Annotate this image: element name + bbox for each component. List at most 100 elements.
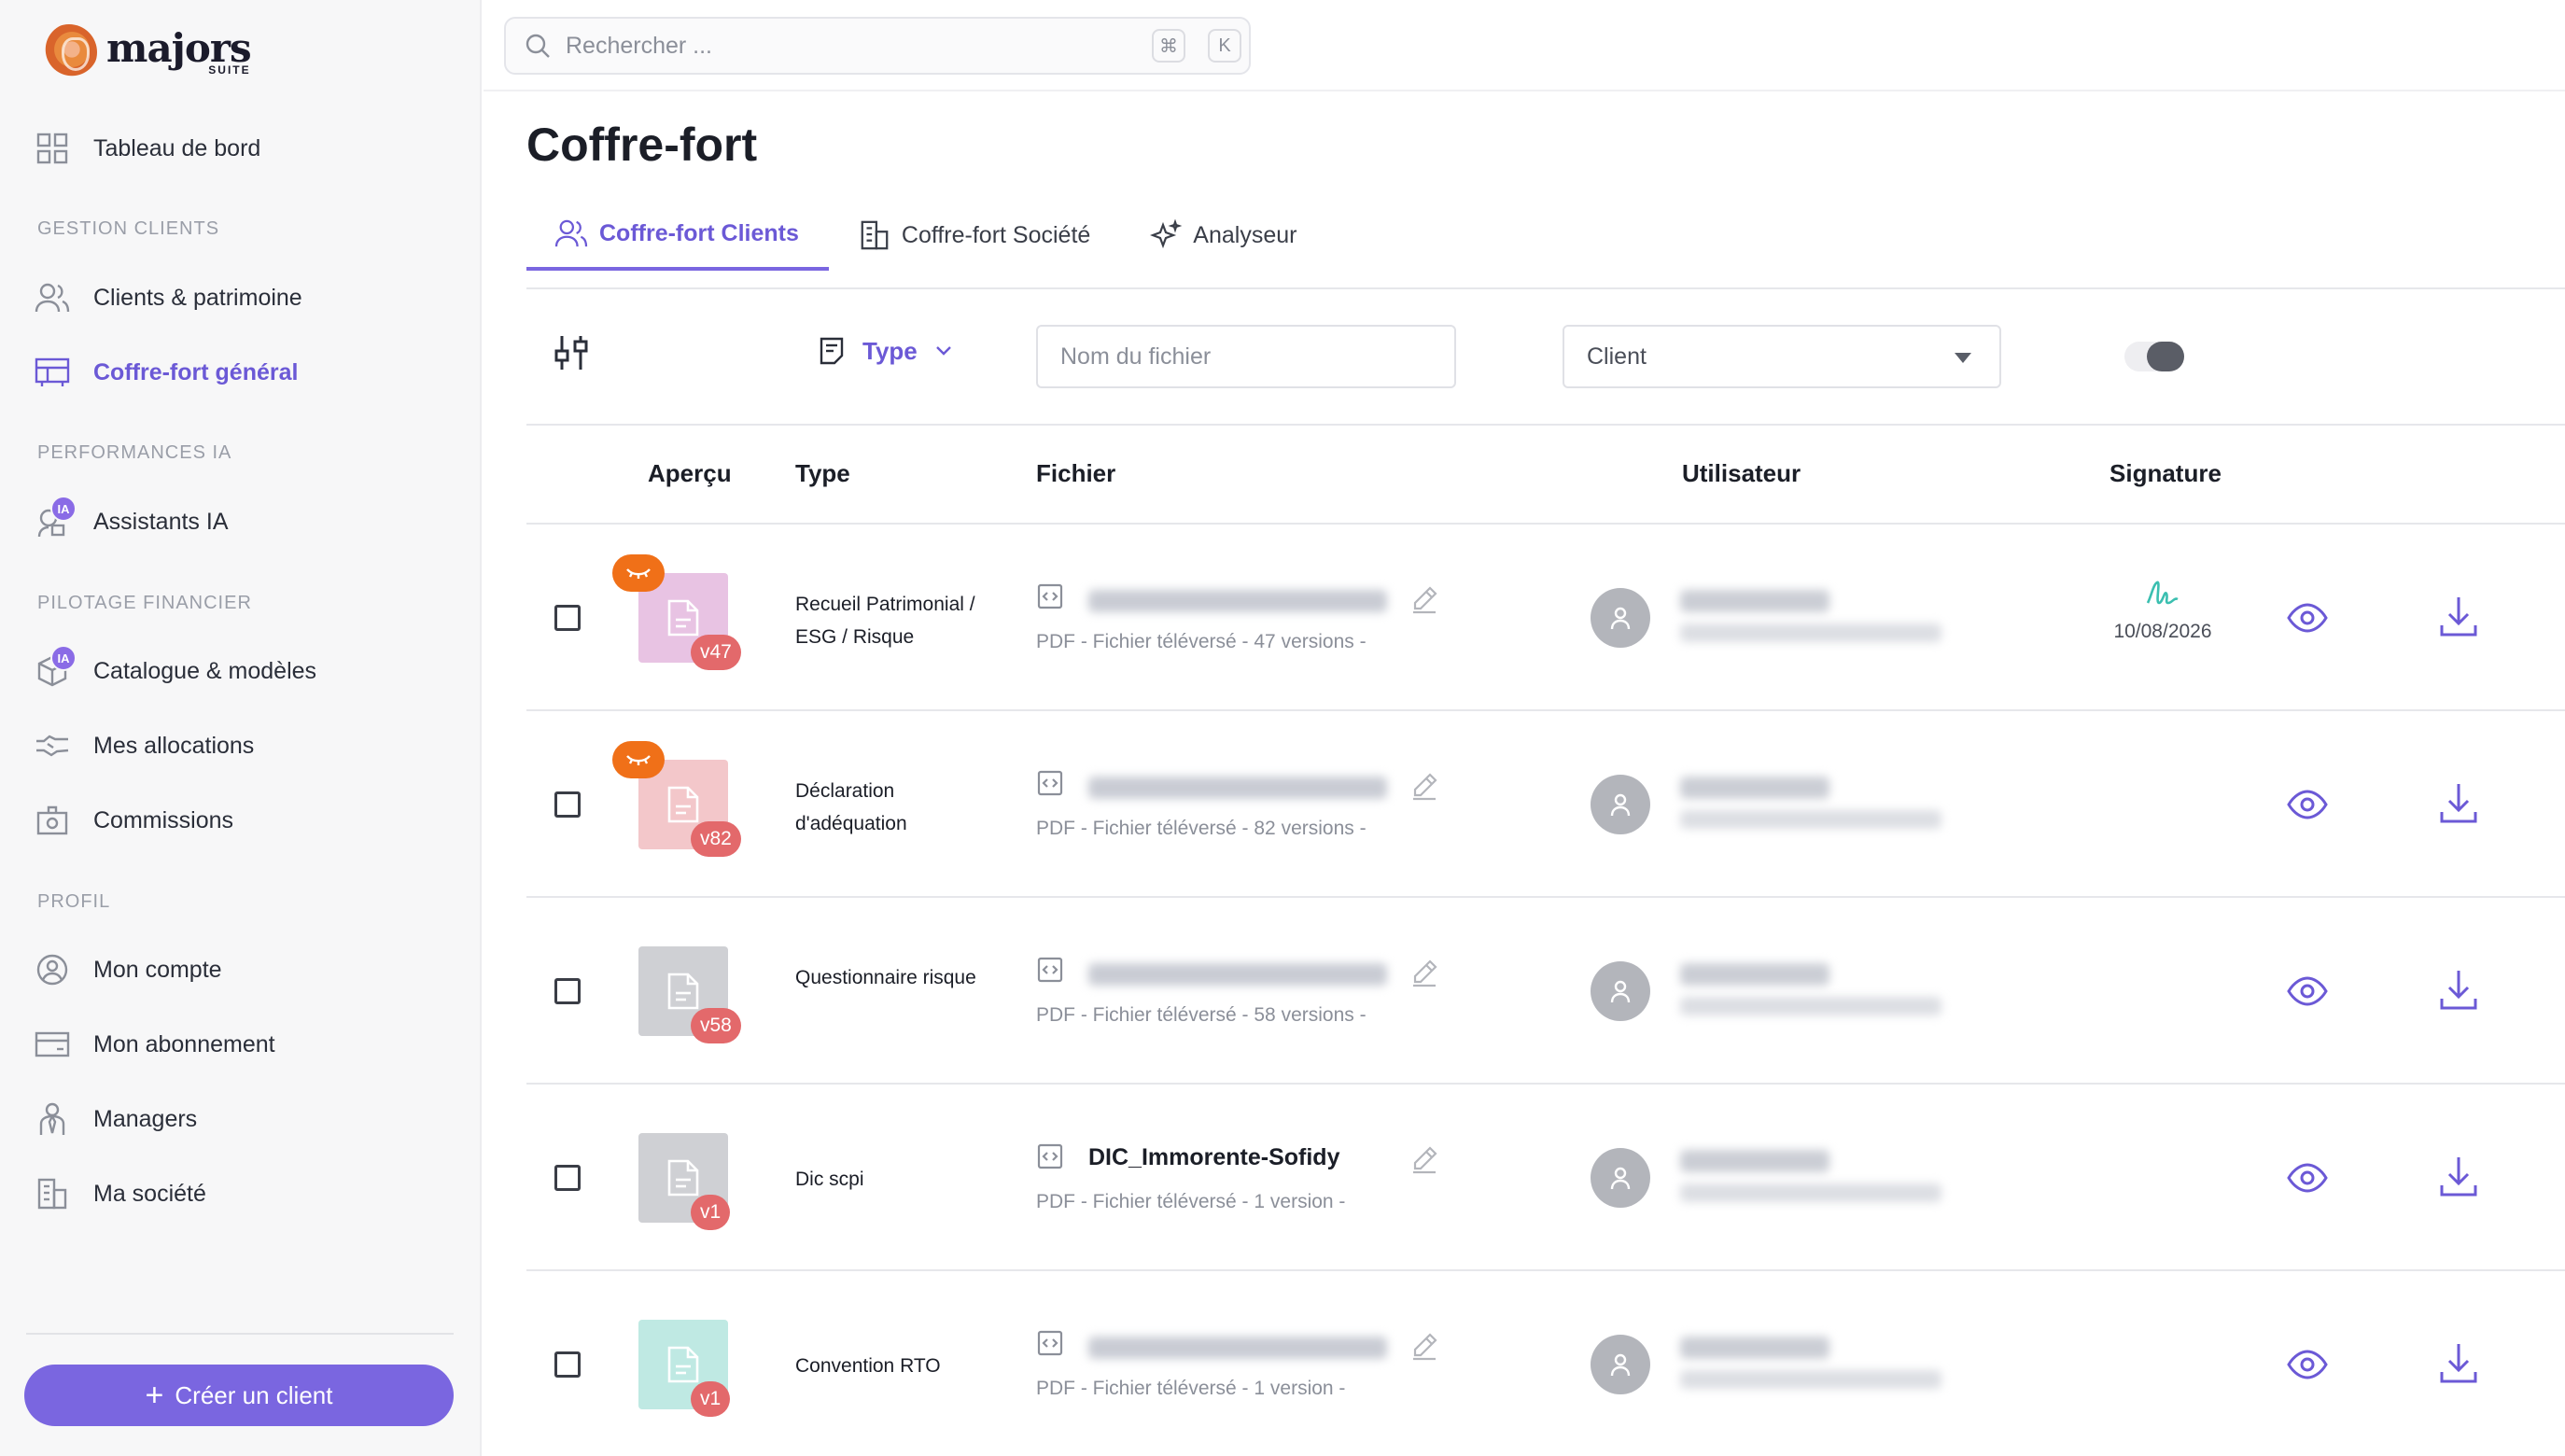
user-name-redacted [1680, 963, 1829, 986]
table-row: v1 Dic scpi DIC_Immorente-Sofidy PDF - F… [526, 1085, 2565, 1271]
sidebar-item-societe[interactable]: Ma société [34, 1168, 206, 1220]
document-icon [820, 337, 844, 365]
row-checkbox[interactable] [554, 1351, 581, 1378]
sidebar-item-catalogue[interactable]: IA Catalogue & modèles [34, 645, 316, 697]
manager-icon [34, 1100, 71, 1138]
avatar [1591, 961, 1650, 1021]
logo-mark-icon [41, 24, 97, 80]
file-name-redacted[interactable] [1088, 777, 1387, 799]
closed-eye-icon[interactable] [612, 554, 665, 592]
download-icon[interactable] [2436, 1152, 2481, 1197]
tab-coffre-fort-societe[interactable]: Coffre-fort Société [829, 200, 1120, 271]
file-name-redacted[interactable] [1088, 590, 1387, 612]
document-icon [667, 973, 699, 1010]
document-type: Dic scpi [795, 1169, 864, 1190]
sidebar-item-commissions[interactable]: Commissions [34, 794, 233, 847]
handshake-icon [34, 727, 71, 764]
create-client-label: Créer un client [175, 1380, 333, 1409]
sparkles-icon [1150, 219, 1183, 249]
user-email-redacted [1680, 997, 1941, 1015]
search-input[interactable]: Rechercher ... ⌘ K [504, 17, 1251, 75]
row-checkbox[interactable] [554, 605, 581, 631]
brand-logo[interactable]: majors SUITE [41, 22, 252, 82]
version-badge: v1 [691, 1195, 731, 1230]
user-name-redacted [1680, 1150, 1829, 1172]
view-eye-icon[interactable] [2285, 1342, 2330, 1387]
table-row: v82 Déclaration d'adéquation PDF - Fichi… [526, 711, 2565, 898]
signature-icon [2146, 581, 2179, 605]
version-badge: v1 [691, 1381, 731, 1417]
filter-toggle[interactable] [2124, 342, 2184, 371]
view-eye-icon[interactable] [2285, 1155, 2330, 1200]
tab-analyseur[interactable]: Analyseur [1120, 200, 1326, 271]
file-name-input[interactable] [1036, 325, 1456, 388]
section-label-pilotage: PILOTAGE FINANCIER [37, 593, 252, 613]
code-file-icon [1036, 582, 1064, 610]
sidebar: majors SUITE Tableau de bord GESTION CLI… [0, 0, 482, 1456]
view-eye-icon[interactable] [2285, 969, 2330, 1014]
code-file-icon [1036, 1329, 1064, 1357]
filter-settings-icon[interactable] [551, 332, 592, 373]
file-name[interactable]: DIC_Immorente-Sofidy [1088, 1144, 1339, 1171]
plus-icon: + [145, 1377, 164, 1413]
tab-label: Analyseur [1193, 221, 1297, 248]
sidebar-item-label: Clients & patrimoine [93, 284, 302, 311]
closed-eye-icon[interactable] [612, 741, 665, 778]
document-type: Recueil Patrimonial / ESG / Risque [795, 594, 975, 648]
row-checkbox[interactable] [554, 791, 581, 818]
sidebar-item-allocations[interactable]: Mes allocations [34, 720, 254, 772]
pencil-icon[interactable] [1409, 771, 1439, 801]
file-name-redacted[interactable] [1088, 1337, 1387, 1359]
download-icon[interactable] [2436, 592, 2481, 637]
user-name-redacted [1680, 590, 1829, 612]
chevron-down-icon [935, 346, 951, 356]
avatar [1591, 775, 1650, 834]
tab-label: Coffre-fort Société [901, 221, 1091, 248]
version-badge: v82 [691, 821, 741, 857]
sidebar-item-managers[interactable]: Managers [34, 1093, 197, 1145]
client-select[interactable]: Client [1563, 325, 2001, 388]
table-header: Aperçu Type Fichier Utilisateur Signatur… [526, 426, 2565, 523]
user-circle-icon [34, 951, 71, 988]
create-client-button[interactable]: + Créer un client [24, 1365, 454, 1426]
sidebar-item-abonnement[interactable]: Mon abonnement [34, 1018, 275, 1071]
code-file-icon [1036, 956, 1064, 984]
sidebar-item-dashboard[interactable]: Tableau de bord [34, 122, 260, 175]
signature-cell: 10/08/2026 [2102, 575, 2223, 643]
sidebar-item-coffre-fort[interactable]: Coffre-fort général [34, 346, 298, 399]
safe-icon [34, 354, 71, 391]
version-badge: v47 [691, 635, 741, 670]
tab-coffre-fort-clients[interactable]: Coffre-fort Clients [526, 200, 829, 271]
user-email-redacted [1680, 810, 1941, 829]
card-icon [34, 1026, 71, 1063]
header-utilisateur: Utilisateur [1682, 459, 1801, 487]
view-eye-icon[interactable] [2285, 595, 2330, 640]
row-checkbox[interactable] [554, 978, 581, 1004]
pencil-icon[interactable] [1409, 1331, 1439, 1361]
sidebar-item-assistants-ia[interactable]: IA Assistants IA [34, 496, 229, 548]
header-apercu: Aperçu [648, 459, 732, 487]
user-icon [1610, 980, 1631, 1003]
file-name-redacted[interactable] [1088, 963, 1387, 986]
commission-icon [34, 802, 71, 839]
download-icon[interactable] [2436, 1338, 2481, 1383]
grid-icon [34, 130, 71, 167]
code-file-icon [1036, 769, 1064, 797]
pencil-icon[interactable] [1409, 958, 1439, 987]
view-eye-icon[interactable] [2285, 782, 2330, 827]
building-icon [861, 220, 889, 250]
document-icon [667, 599, 699, 637]
sidebar-item-mon-compte[interactable]: Mon compte [34, 944, 222, 996]
type-filter-dropdown[interactable]: Type [818, 336, 953, 366]
sidebar-divider [26, 1333, 454, 1335]
section-label-gestion: GESTION CLIENTS [37, 218, 220, 239]
download-icon[interactable] [2436, 778, 2481, 823]
kbd-cmd: ⌘ [1152, 29, 1185, 63]
pencil-icon[interactable] [1409, 584, 1439, 614]
row-checkbox[interactable] [554, 1165, 581, 1191]
pencil-icon[interactable] [1409, 1144, 1439, 1174]
download-icon[interactable] [2436, 965, 2481, 1010]
document-icon [667, 1346, 699, 1383]
version-badge: v58 [691, 1008, 741, 1043]
sidebar-item-clients[interactable]: Clients & patrimoine [34, 272, 302, 324]
